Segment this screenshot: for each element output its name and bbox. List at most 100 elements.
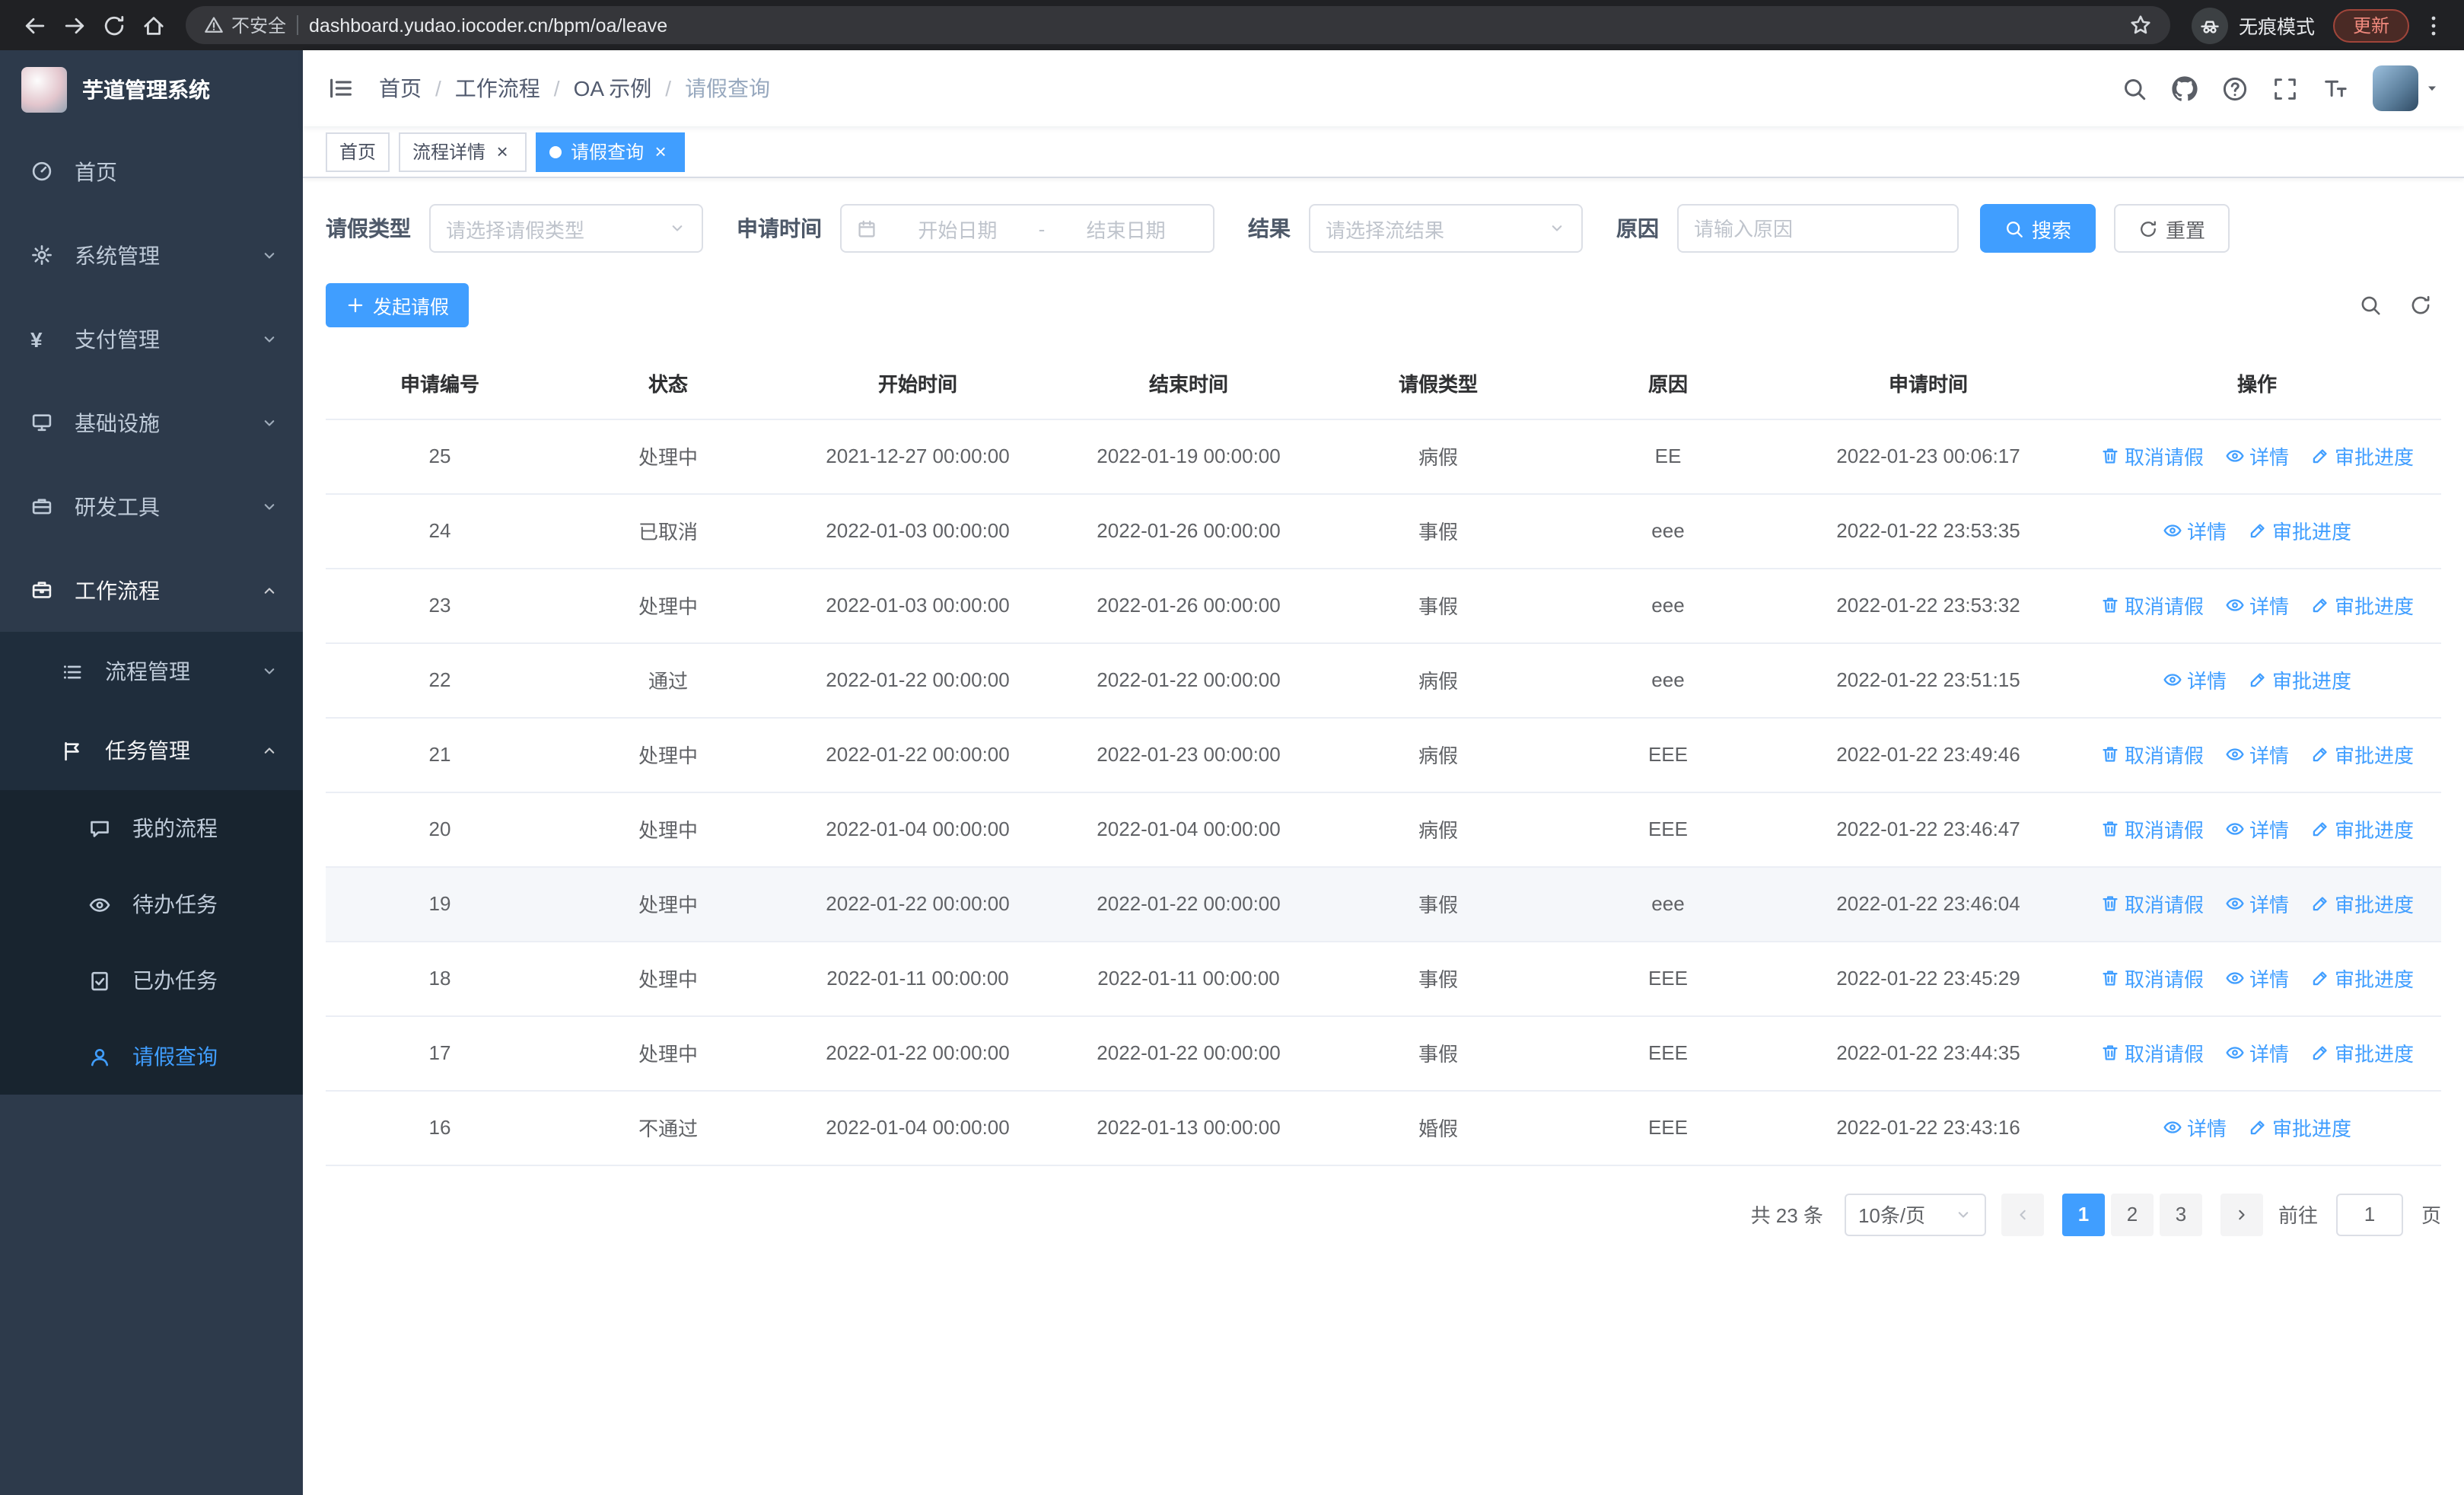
reload-icon[interactable]	[94, 5, 134, 45]
progress-link[interactable]: 审批进度	[2310, 1038, 2414, 1067]
sidebar-item-2[interactable]: ¥ 支付管理	[0, 297, 303, 381]
cancel-link[interactable]: 取消请假	[2100, 889, 2204, 918]
progress-link[interactable]: 审批进度	[2248, 1113, 2351, 1142]
cancel-link[interactable]: 取消请假	[2100, 591, 2204, 620]
detail-link[interactable]: 详情	[2163, 665, 2227, 694]
detail-link[interactable]: 详情	[2225, 740, 2289, 769]
app-logo[interactable]: 芋道管理系统	[0, 50, 303, 129]
sidebar-item-11[interactable]: 请假查询	[0, 1018, 303, 1095]
search-toggle-icon[interactable]	[2359, 294, 2382, 317]
progress-link[interactable]: 审批进度	[2310, 814, 2414, 843]
address-bar[interactable]: 不安全 dashboard.yudao.iocoder.cn/bpm/oa/le…	[186, 6, 2170, 44]
reason-label: 原因	[1616, 216, 1659, 241]
fullscreen-icon[interactable]	[2272, 75, 2298, 101]
close-icon[interactable]: ×	[650, 141, 671, 162]
leave-type-select[interactable]: 请选择请假类型	[429, 204, 703, 253]
total-count: 共 23 条	[1750, 1204, 1823, 1227]
sidebar-item-0[interactable]: 首页	[0, 129, 303, 213]
progress-link[interactable]: 审批进度	[2310, 964, 2414, 993]
cancel-link[interactable]: 取消请假	[2100, 441, 2204, 470]
url-text[interactable]: dashboard.yudao.iocoder.cn/bpm/oa/leave	[309, 14, 2119, 36]
back-icon[interactable]	[15, 5, 55, 45]
search-button[interactable]: 搜索	[1980, 204, 2096, 253]
browser-menu-icon[interactable]	[2418, 13, 2449, 37]
detail-link[interactable]: 详情	[2225, 441, 2289, 470]
font-size-icon[interactable]	[2322, 75, 2348, 101]
table-row[interactable]: 17 处理中 2022-01-22 00:00:00 2022-01-22 00:00…	[326, 1015, 2441, 1091]
sidebar-menu: 首页 系统管理 ¥ 支付管理 基础设施 研发工具 工作流程 流程管理 任务管理 我的流程 待办任务已…	[0, 129, 303, 1495]
close-icon[interactable]: ×	[492, 141, 513, 162]
apply-time-range-picker[interactable]: 开始日期 - 结束日期	[840, 204, 1214, 253]
github-icon[interactable]	[2172, 75, 2198, 101]
table-row[interactable]: 21 处理中 2022-01-22 00:00:00 2022-01-23 00:00…	[326, 717, 2441, 792]
progress-link[interactable]: 审批进度	[2310, 889, 2414, 918]
help-icon[interactable]	[2222, 75, 2248, 101]
table-row[interactable]: 23 处理中 2022-01-03 00:00:00 2022-01-26 00:00…	[326, 568, 2441, 643]
table-row[interactable]: 19 处理中 2022-01-22 00:00:00 2022-01-22 00:00…	[326, 866, 2441, 942]
detail-link[interactable]: 详情	[2225, 889, 2289, 918]
tab-0[interactable]: 首页	[326, 132, 390, 171]
sidebar-item-9[interactable]: 待办任务	[0, 866, 303, 942]
create-leave-button[interactable]: 发起请假	[326, 283, 470, 327]
hamburger-icon[interactable]	[327, 75, 355, 102]
detail-link[interactable]: 详情	[2225, 591, 2289, 620]
table-row[interactable]: 25 处理中 2021-12-27 00:00:00 2022-01-19 00:00…	[326, 419, 2441, 494]
search-icon[interactable]	[2122, 75, 2147, 101]
bookmark-star-icon[interactable]	[2129, 14, 2152, 37]
cancel-link[interactable]: 取消请假	[2100, 740, 2204, 769]
detail-link[interactable]: 详情	[2225, 1038, 2289, 1067]
table-row[interactable]: 22 通过 2022-01-22 00:00:00 2022-01-22 00:00:…	[326, 642, 2441, 718]
progress-link[interactable]: 审批进度	[2248, 665, 2351, 694]
sidebar-item-3[interactable]: 基础设施	[0, 381, 303, 464]
sidebar-item-6[interactable]: 流程管理	[0, 632, 303, 711]
table-row[interactable]: 18 处理中 2022-01-11 00:00:00 2022-01-11 00:00…	[326, 941, 2441, 1016]
cell-status: 处理中	[554, 717, 782, 792]
security-status[interactable]: 不安全	[204, 12, 286, 38]
browser-update-button[interactable]: 更新	[2332, 8, 2409, 42]
progress-link[interactable]: 审批进度	[2248, 516, 2351, 545]
detail-link[interactable]: 详情	[2225, 814, 2289, 843]
page-3-button[interactable]: 3	[2159, 1193, 2202, 1235]
sidebar-item-8[interactable]: 我的流程	[0, 790, 303, 866]
table-row[interactable]: 16 不通过 2022-01-04 00:00:00 2022-01-13 00:00…	[326, 1090, 2441, 1165]
progress-link[interactable]: 审批进度	[2310, 591, 2414, 620]
sidebar-item-4[interactable]: 研发工具	[0, 464, 303, 548]
reset-button[interactable]: 重置	[2114, 204, 2230, 253]
table-row[interactable]: 20 处理中 2022-01-04 00:00:00 2022-01-04 00:00…	[326, 792, 2441, 867]
detail-link[interactable]: 详情	[2163, 516, 2227, 545]
forward-icon[interactable]	[55, 5, 94, 45]
progress-link[interactable]: 审批进度	[2310, 441, 2414, 470]
breadcrumb-item-2[interactable]: OA 示例	[574, 73, 652, 104]
detail-link[interactable]: 详情	[2163, 1113, 2227, 1142]
filter-result: 结果 请选择流结果	[1248, 204, 1583, 253]
next-page-button[interactable]	[2220, 1193, 2263, 1235]
breadcrumb-item-0[interactable]: 首页	[379, 73, 422, 104]
cancel-link[interactable]: 取消请假	[2100, 1038, 2204, 1067]
sidebar-item-10[interactable]: 已办任务	[0, 942, 303, 1018]
sidebar-item-5[interactable]: 工作流程	[0, 548, 303, 632]
page-2-button[interactable]: 2	[2110, 1193, 2154, 1235]
cancel-link[interactable]: 取消请假	[2100, 814, 2204, 843]
tab-1[interactable]: 流程详情 ×	[399, 132, 527, 171]
op-label: 详情	[2249, 968, 2289, 991]
progress-link[interactable]: 审批进度	[2310, 740, 2414, 769]
home-icon[interactable]	[134, 5, 173, 45]
prev-page-button[interactable]	[2001, 1193, 2044, 1235]
goto-page-input[interactable]	[2335, 1193, 2403, 1235]
list-icon	[61, 660, 88, 683]
sidebar-item-7[interactable]: 任务管理	[0, 711, 303, 790]
tab-2[interactable]: 请假查询 ×	[536, 132, 686, 171]
reason-input[interactable]	[1694, 217, 1942, 240]
result-select[interactable]: 请选择流结果	[1309, 204, 1583, 253]
cell-apply-time: 2022-01-22 23:43:16	[1784, 1090, 2073, 1165]
detail-link[interactable]: 详情	[2225, 964, 2289, 993]
breadcrumb-item-1[interactable]: 工作流程	[455, 73, 540, 104]
page-1-button[interactable]: 1	[2061, 1193, 2105, 1235]
table-row[interactable]: 24 已取消 2022-01-03 00:00:00 2022-01-26 00:00…	[326, 493, 2441, 569]
warning-icon	[204, 15, 224, 35]
cancel-link[interactable]: 取消请假	[2100, 964, 2204, 993]
sidebar-item-1[interactable]: 系统管理	[0, 213, 303, 297]
refresh-table-icon[interactable]	[2409, 294, 2432, 317]
user-menu[interactable]	[2373, 65, 2440, 111]
page-size-select[interactable]: 10条/页	[1844, 1193, 1986, 1235]
